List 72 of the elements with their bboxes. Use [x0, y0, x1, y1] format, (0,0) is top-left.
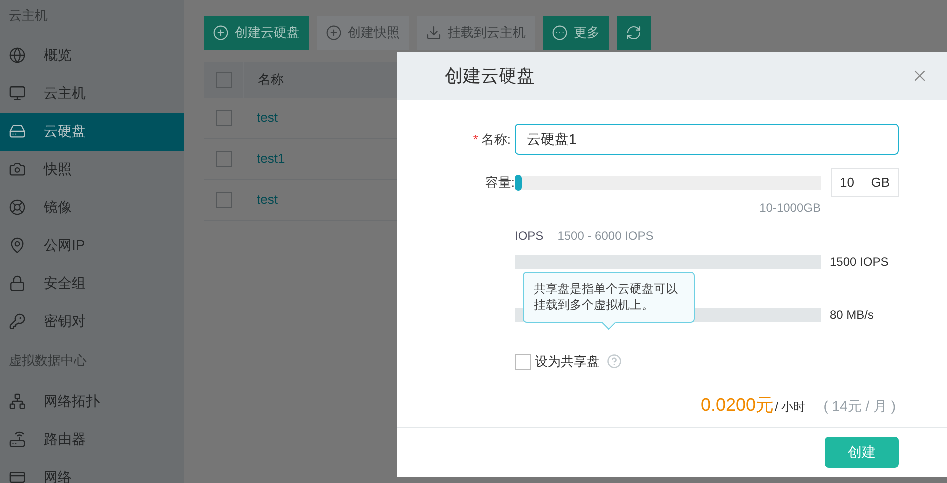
hierarchy-icon: [9, 392, 26, 410]
sidebar-item[interactable]: 镜像: [0, 188, 184, 226]
sidebar-item[interactable]: 路由器: [0, 420, 184, 458]
sidebar-item[interactable]: 公网IP: [0, 226, 184, 264]
sidebar-item[interactable]: 云主机: [0, 74, 184, 112]
price-unit: / 小时: [775, 398, 806, 416]
sidebar-label: 路由器: [44, 430, 86, 448]
plus-circle-icon: [326, 25, 342, 41]
sidebar-item[interactable]: 网络拓扑: [0, 382, 184, 420]
disk-link[interactable]: test: [244, 108, 278, 128]
disk-link[interactable]: test1: [244, 149, 286, 169]
refresh-button[interactable]: [617, 16, 651, 50]
checkbox[interactable]: [216, 110, 232, 126]
capacity-unit: GB: [871, 174, 890, 192]
name-field[interactable]: 云硬盘1: [515, 124, 899, 155]
monitor-icon: [9, 85, 26, 102]
checkbox[interactable]: [515, 354, 531, 370]
tooltip-text: 共享盘是指单个云硬盘可以挂载到多个虚拟机上。: [534, 281, 679, 313]
sidebar-label: 镜像: [44, 198, 72, 217]
sidebar-item[interactable]: 密钥对: [0, 302, 184, 340]
iops-reading: 1500 IOPS: [830, 254, 889, 271]
field-label: 名称:: [481, 130, 511, 149]
lifebuoy-icon: [9, 199, 26, 216]
checkbox-label: 设为共享盘: [535, 353, 600, 371]
range-hint: 1500 - 6000 IOPS: [558, 228, 654, 245]
sidebar-label: 密钥对: [44, 312, 86, 331]
sidebar-item[interactable]: 云硬盘: [0, 112, 184, 150]
sidebar-label: 云硬盘: [44, 122, 86, 141]
slider-track[interactable]: [515, 176, 821, 190]
sidebar-label: 网络: [44, 468, 72, 483]
sidebar-item[interactable]: 概览: [0, 36, 184, 74]
throughput-reading: 80 MB/s: [830, 307, 874, 324]
checkbox[interactable]: [216, 72, 232, 88]
sidebar-label: 快照: [44, 160, 72, 179]
monthly-price: ( 14元 / 月 ): [824, 396, 896, 416]
capacity-value: 10: [840, 174, 854, 192]
field-label: 容量:: [484, 174, 515, 192]
capacity-field[interactable]: 10 GB: [831, 168, 899, 197]
refresh-icon: [626, 25, 642, 41]
toolbar-button[interactable]: 创建云硬盘: [204, 16, 309, 50]
more-icon: [552, 25, 568, 41]
iops-label: IOPS: [515, 228, 544, 245]
camera-icon: [9, 161, 26, 178]
sidebar-label: 云主机: [44, 84, 86, 103]
drive-icon: [9, 123, 26, 140]
toolbar-button[interactable]: 更多: [543, 16, 609, 50]
download-icon: [426, 25, 442, 41]
dialog-title: 创建云硬盘: [445, 64, 535, 88]
hourly-price: 0.0200元: [701, 394, 774, 416]
router-icon: [9, 430, 26, 448]
help-icon[interactable]: [607, 354, 622, 370]
sidebar-label: 概览: [44, 46, 72, 65]
required-mark: *: [473, 130, 478, 149]
checkbox[interactable]: [216, 192, 232, 208]
sidebar-label: 公网IP: [44, 236, 86, 255]
lock-icon: [9, 275, 26, 292]
pin-icon: [9, 237, 26, 254]
sidebar-label: 安全组: [44, 274, 86, 293]
column-header: 名称: [257, 71, 284, 90]
range-hint: 10-1000GB: [760, 201, 821, 215]
sidebar-item[interactable]: 安全组: [0, 264, 184, 302]
globe-icon: [9, 47, 26, 64]
section-title: 虚拟数据中心: [8, 352, 88, 370]
sidebar-label: 网络拓扑: [44, 392, 100, 410]
create-button[interactable]: 创建: [825, 437, 899, 468]
slider-thumb[interactable]: [515, 174, 522, 190]
disk-link[interactable]: test: [244, 190, 278, 210]
plus-circle-icon: [213, 25, 229, 41]
sidebar-item[interactable]: 网络: [0, 458, 184, 483]
checkbox[interactable]: [216, 151, 232, 167]
sidebar-item[interactable]: 快照: [0, 150, 184, 188]
key-icon: [9, 313, 26, 330]
